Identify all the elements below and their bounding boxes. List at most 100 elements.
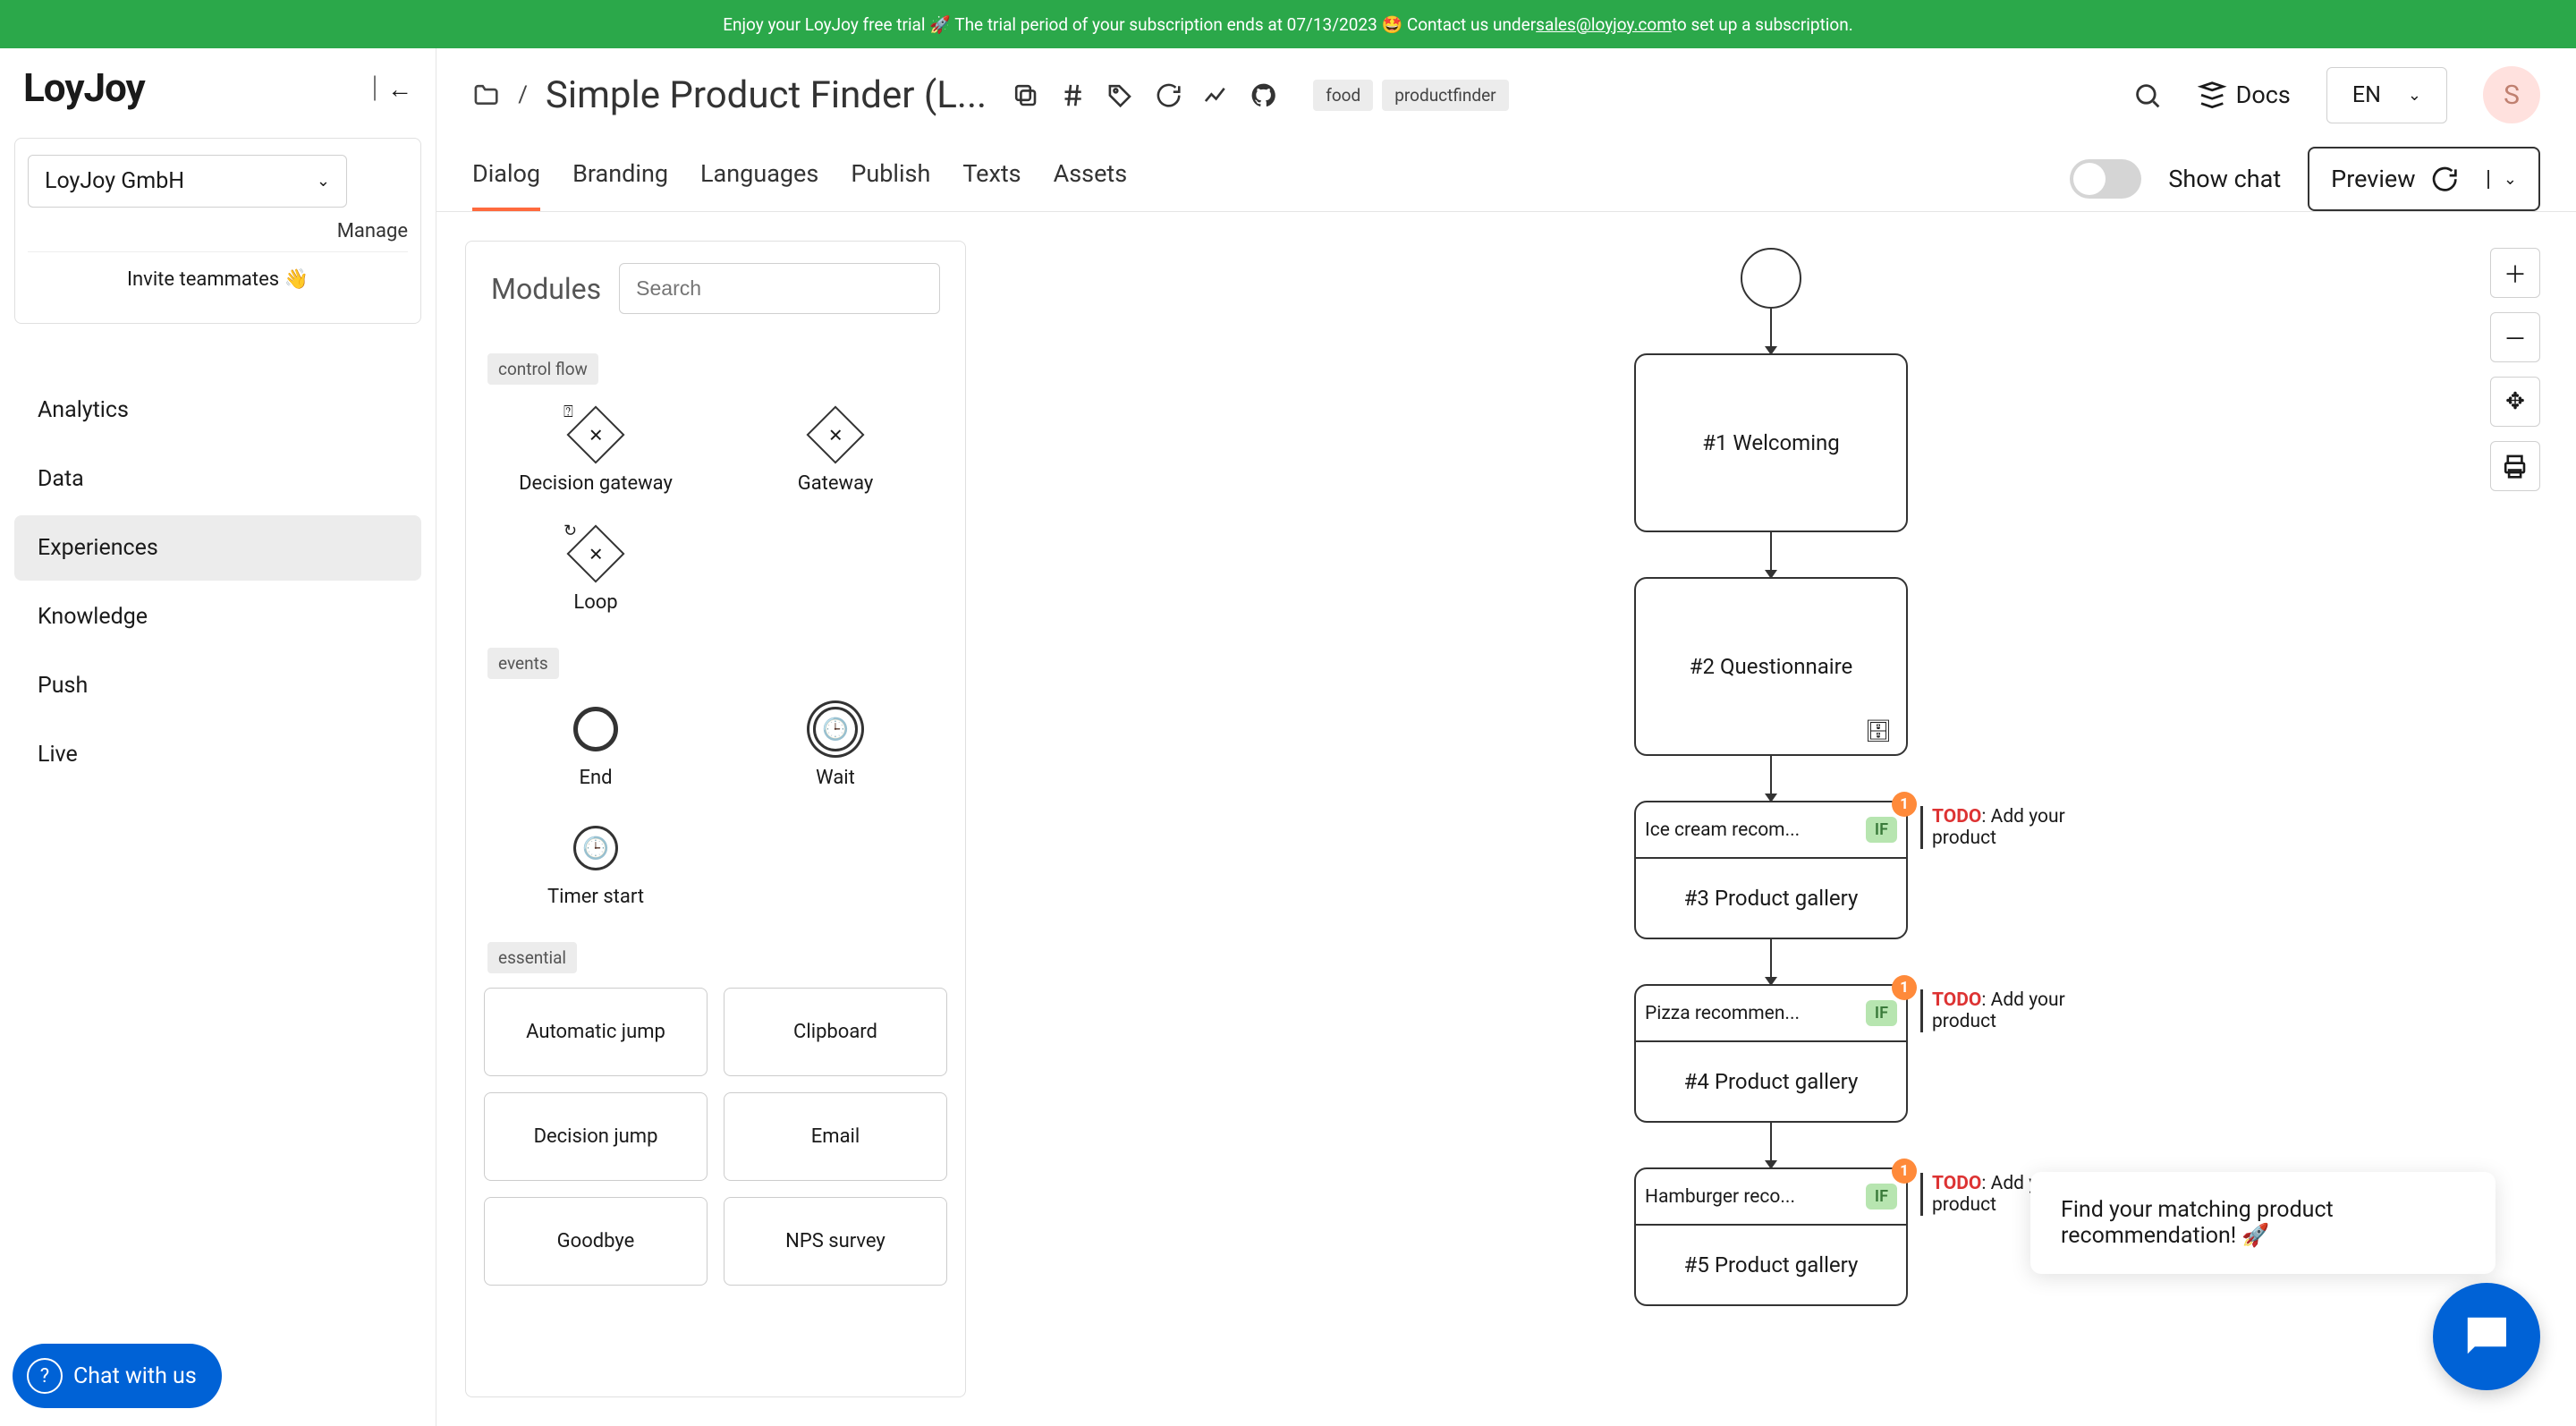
tab-languages[interactable]: Languages — [700, 147, 818, 211]
language-select[interactable]: EN ⌄ — [2326, 67, 2447, 123]
tab-texts[interactable]: Texts — [962, 147, 1021, 211]
chat-fab-button[interactable] — [2433, 1283, 2540, 1390]
tab-assets[interactable]: Assets — [1054, 147, 1128, 211]
flow-node-label: #3 Product gallery — [1636, 859, 1906, 938]
if-badge: IF — [1866, 1184, 1897, 1210]
banner-sales-link[interactable]: sales@loyjoy.com — [1536, 14, 1672, 35]
zoom-out-button[interactable]: － — [2490, 312, 2540, 362]
flow-node-label: #4 Product gallery — [1636, 1042, 1906, 1121]
nav-push[interactable]: Push — [14, 653, 421, 718]
manage-org-link[interactable]: Manage — [28, 220, 408, 242]
module-decision-jump[interactable]: Decision jump — [484, 1092, 708, 1181]
tab-dialog[interactable]: Dialog — [472, 147, 540, 211]
module-label: Wait — [816, 767, 855, 789]
refresh-icon — [2430, 165, 2459, 193]
chat-with-us-label: Chat with us — [73, 1363, 197, 1389]
nav-live[interactable]: Live — [14, 722, 421, 787]
org-select[interactable]: LoyJoy GmbH ⌄ — [28, 155, 347, 208]
zoom-in-button[interactable]: ＋ — [2490, 248, 2540, 298]
loop-icon: ↻ — [564, 522, 577, 540]
flow-node-product-gallery-5[interactable]: Hamburger reco... IF 1 #5 Product galler… — [1634, 1167, 1908, 1306]
flow-node-product-gallery-3[interactable]: Ice cream recom... IF 1 #3 Product galle… — [1634, 801, 1908, 939]
section-essential: essential — [487, 942, 577, 973]
copy-icon[interactable] — [1012, 81, 1039, 109]
module-nps-survey[interactable]: NPS survey — [724, 1197, 947, 1286]
if-badge: IF — [1866, 817, 1897, 843]
database-icon: 🗄 — [1865, 718, 1892, 743]
module-label: Gateway — [798, 472, 874, 495]
github-icon[interactable] — [1250, 81, 1277, 109]
tab-publish[interactable]: Publish — [851, 147, 930, 211]
module-email[interactable]: Email — [724, 1092, 947, 1181]
nav-data[interactable]: Data — [14, 446, 421, 512]
warning-badge[interactable]: 1 — [1892, 1159, 1917, 1184]
flow-node-welcoming[interactable]: #1 Welcoming — [1634, 353, 1908, 532]
modules-search-input[interactable] — [619, 263, 940, 314]
todo-label: TODO — [1932, 1173, 1981, 1194]
if-badge: IF — [1866, 1000, 1897, 1026]
help-icon: ? — [27, 1358, 63, 1394]
todo-label: TODO — [1932, 989, 1981, 1011]
warning-badge[interactable]: 1 — [1892, 975, 1917, 1000]
decision-icon: ⍰ — [564, 403, 573, 421]
module-label: Loop — [573, 591, 617, 614]
module-decision-gateway[interactable]: ⍰✕ Decision gateway — [484, 399, 708, 502]
hash-icon[interactable] — [1059, 81, 1087, 109]
flow-node-product-gallery-4[interactable]: Pizza recommen... IF 1 #4 Product galler… — [1634, 984, 1908, 1123]
docs-link[interactable]: Docs — [2198, 81, 2291, 109]
page-header: / Simple Product Finder (L... food produ… — [436, 48, 2576, 123]
show-chat-toggle[interactable] — [2070, 159, 2141, 199]
modules-title: Modules — [491, 272, 601, 306]
todo-note: TODO: Add your product — [1920, 806, 2081, 849]
flow-diagram: #1 Welcoming #2 Questionnaire 🗄 Ice crea… — [1634, 248, 1908, 1306]
flow-node-questionnaire[interactable]: #2 Questionnaire 🗄 — [1634, 577, 1908, 756]
hint-bubble: Find your matching product recommendatio… — [2030, 1172, 2496, 1274]
module-gateway[interactable]: ✕ Gateway — [724, 399, 947, 502]
module-loop[interactable]: ↻✕ Loop — [484, 518, 708, 621]
module-label: Timer start — [547, 886, 644, 908]
section-control-flow: control flow — [487, 353, 598, 385]
module-goodbye[interactable]: Goodbye — [484, 1197, 708, 1286]
folder-icon[interactable] — [472, 81, 500, 109]
search-icon[interactable] — [2132, 79, 2163, 110]
invite-teammates-link[interactable]: Invite teammates 👋 — [28, 251, 408, 307]
module-end[interactable]: End — [484, 693, 708, 796]
collapse-sidebar-icon[interactable]: ｜← — [362, 70, 412, 106]
refresh-icon[interactable] — [1155, 81, 1182, 109]
chat-with-us-button[interactable]: ? Chat with us — [13, 1344, 222, 1408]
main-nav: Analytics Data Experiences Knowledge Pus… — [14, 378, 421, 787]
preview-button[interactable]: Preview ⌄ — [2308, 147, 2540, 211]
fit-view-button[interactable]: ✥ — [2490, 377, 2540, 427]
tag-chips: food productfinder — [1313, 80, 1508, 111]
flow-arrow — [1770, 939, 1772, 984]
warning-badge[interactable]: 1 — [1892, 792, 1917, 817]
modules-list[interactable]: control flow ⍰✕ Decision gateway ✕ Gatew… — [466, 335, 965, 1396]
chip-food[interactable]: food — [1313, 80, 1373, 111]
module-timer-start[interactable]: 🕒 Timer start — [484, 812, 708, 915]
flow-start-node[interactable] — [1741, 248, 1801, 309]
module-clipboard[interactable]: Clipboard — [724, 988, 947, 1076]
module-automatic-jump[interactable]: Automatic jump — [484, 988, 708, 1076]
breadcrumb-separator: / — [518, 81, 528, 108]
language-value: EN — [2352, 82, 2381, 108]
tag-icon[interactable] — [1106, 81, 1134, 109]
todo-note: TODO: Add your product — [1920, 989, 2081, 1032]
flow-node-label: #1 Welcoming — [1702, 430, 1840, 455]
section-events: events — [487, 648, 559, 679]
chevron-down-icon[interactable]: ⌄ — [2487, 170, 2517, 189]
chip-productfinder[interactable]: productfinder — [1382, 80, 1508, 111]
nav-knowledge[interactable]: Knowledge — [14, 584, 421, 649]
nav-analytics[interactable]: Analytics — [14, 378, 421, 443]
nav-experiences[interactable]: Experiences — [14, 515, 421, 581]
flow-canvas[interactable]: ＋ － ✥ #1 Welcoming #2 Questionnair — [966, 212, 2576, 1426]
preview-label: Preview — [2331, 165, 2415, 193]
analytics-icon[interactable] — [1202, 81, 1230, 109]
user-avatar[interactable]: S — [2483, 66, 2540, 123]
page-title[interactable]: Simple Product Finder (L... — [546, 73, 987, 117]
module-wait[interactable]: 🕒 Wait — [724, 693, 947, 796]
tab-branding[interactable]: Branding — [572, 147, 668, 211]
flow-arrow — [1770, 309, 1772, 353]
flow-arrow — [1770, 756, 1772, 801]
print-button[interactable] — [2490, 441, 2540, 491]
org-card: LoyJoy GmbH ⌄ Manage Invite teammates 👋 — [14, 138, 421, 324]
